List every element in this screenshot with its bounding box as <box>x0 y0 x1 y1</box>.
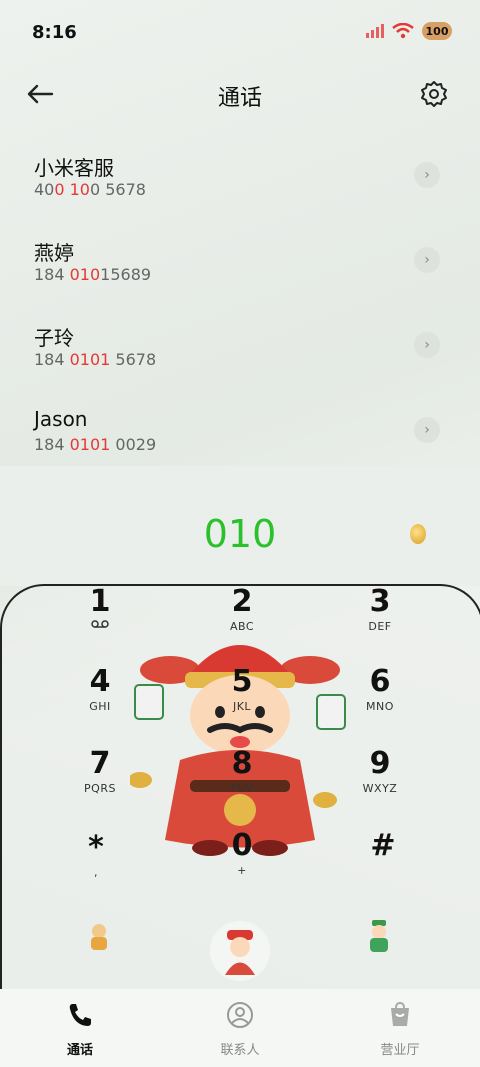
chevron-right-icon[interactable]: › <box>414 332 440 358</box>
gear-icon[interactable] <box>420 80 448 108</box>
contact-item[interactable]: Jason 184 0101 0029 › <box>0 395 480 480</box>
status-bar: 8:16 100 <box>0 0 480 66</box>
contact-number: 184 01015689 <box>34 265 152 284</box>
contact-item[interactable]: 小米客服 400 100 5678 › <box>0 140 480 225</box>
voicemail-icon <box>40 620 160 633</box>
mascot-right-icon[interactable] <box>362 918 396 954</box>
key-1[interactable]: 1 <box>40 586 160 633</box>
contact-name: 燕婷 <box>34 241 74 265</box>
contact-item[interactable]: 子玲 184 0101 5678 › <box>0 310 480 395</box>
bag-icon <box>391 1001 409 1026</box>
bottom-nav: 通话 联系人 营业厅 <box>0 989 480 1067</box>
nav-tab-contacts[interactable]: 联系人 <box>160 989 320 1067</box>
wifi-icon <box>392 23 414 39</box>
person-icon <box>227 1002 253 1028</box>
mascot-left-icon[interactable] <box>86 922 112 952</box>
contact-item[interactable]: 燕婷 184 01015689 › <box>0 225 480 310</box>
key-star[interactable]: *, <box>36 832 156 880</box>
call-button[interactable] <box>209 920 271 982</box>
header: 通话 <box>0 66 480 122</box>
contact-name: Jason <box>34 407 88 431</box>
key-5[interactable]: 5 JKL <box>182 666 302 714</box>
contact-number: 184 0101 0029 <box>34 435 157 454</box>
contact-list: 小米客服 400 100 5678 › 燕婷 184 01015689 › 子玲… <box>0 140 480 480</box>
key-0[interactable]: 0 + <box>182 830 302 878</box>
phone-icon <box>69 1004 91 1026</box>
page-title: 通话 <box>217 86 262 111</box>
chevron-right-icon[interactable]: › <box>414 417 440 443</box>
dialed-number: 010 <box>203 512 277 556</box>
key-hash[interactable]: # <box>323 830 443 864</box>
contact-name: 小米客服 <box>34 156 114 180</box>
signal-icon <box>366 24 384 38</box>
gold-coin-icon <box>410 524 426 544</box>
key-3[interactable]: 3 DEF <box>320 586 440 634</box>
status-time: 8:16 <box>32 22 77 43</box>
contact-name: 子玲 <box>34 326 74 350</box>
chevron-right-icon[interactable]: › <box>414 247 440 273</box>
key-6[interactable]: 6 MNO <box>320 666 440 714</box>
nav-tab-calls[interactable]: 通话 <box>0 989 160 1067</box>
battery-icon: 100 <box>422 22 452 40</box>
key-2[interactable]: 2 ABC <box>182 586 302 634</box>
god-of-wealth-illustration <box>130 645 346 856</box>
chevron-right-icon[interactable]: › <box>414 162 440 188</box>
contact-number: 400 100 5678 <box>34 180 146 199</box>
key-8[interactable]: 8 TUV <box>182 748 302 796</box>
key-4[interactable]: 4 GHI <box>40 666 160 714</box>
key-7[interactable]: 7 PQRS <box>40 748 160 796</box>
nav-tab-store[interactable]: 营业厅 <box>320 989 480 1067</box>
contact-number: 184 0101 5678 <box>34 350 157 369</box>
status-icons: 100 <box>366 22 452 40</box>
key-9[interactable]: 9 WXYZ <box>320 748 440 796</box>
